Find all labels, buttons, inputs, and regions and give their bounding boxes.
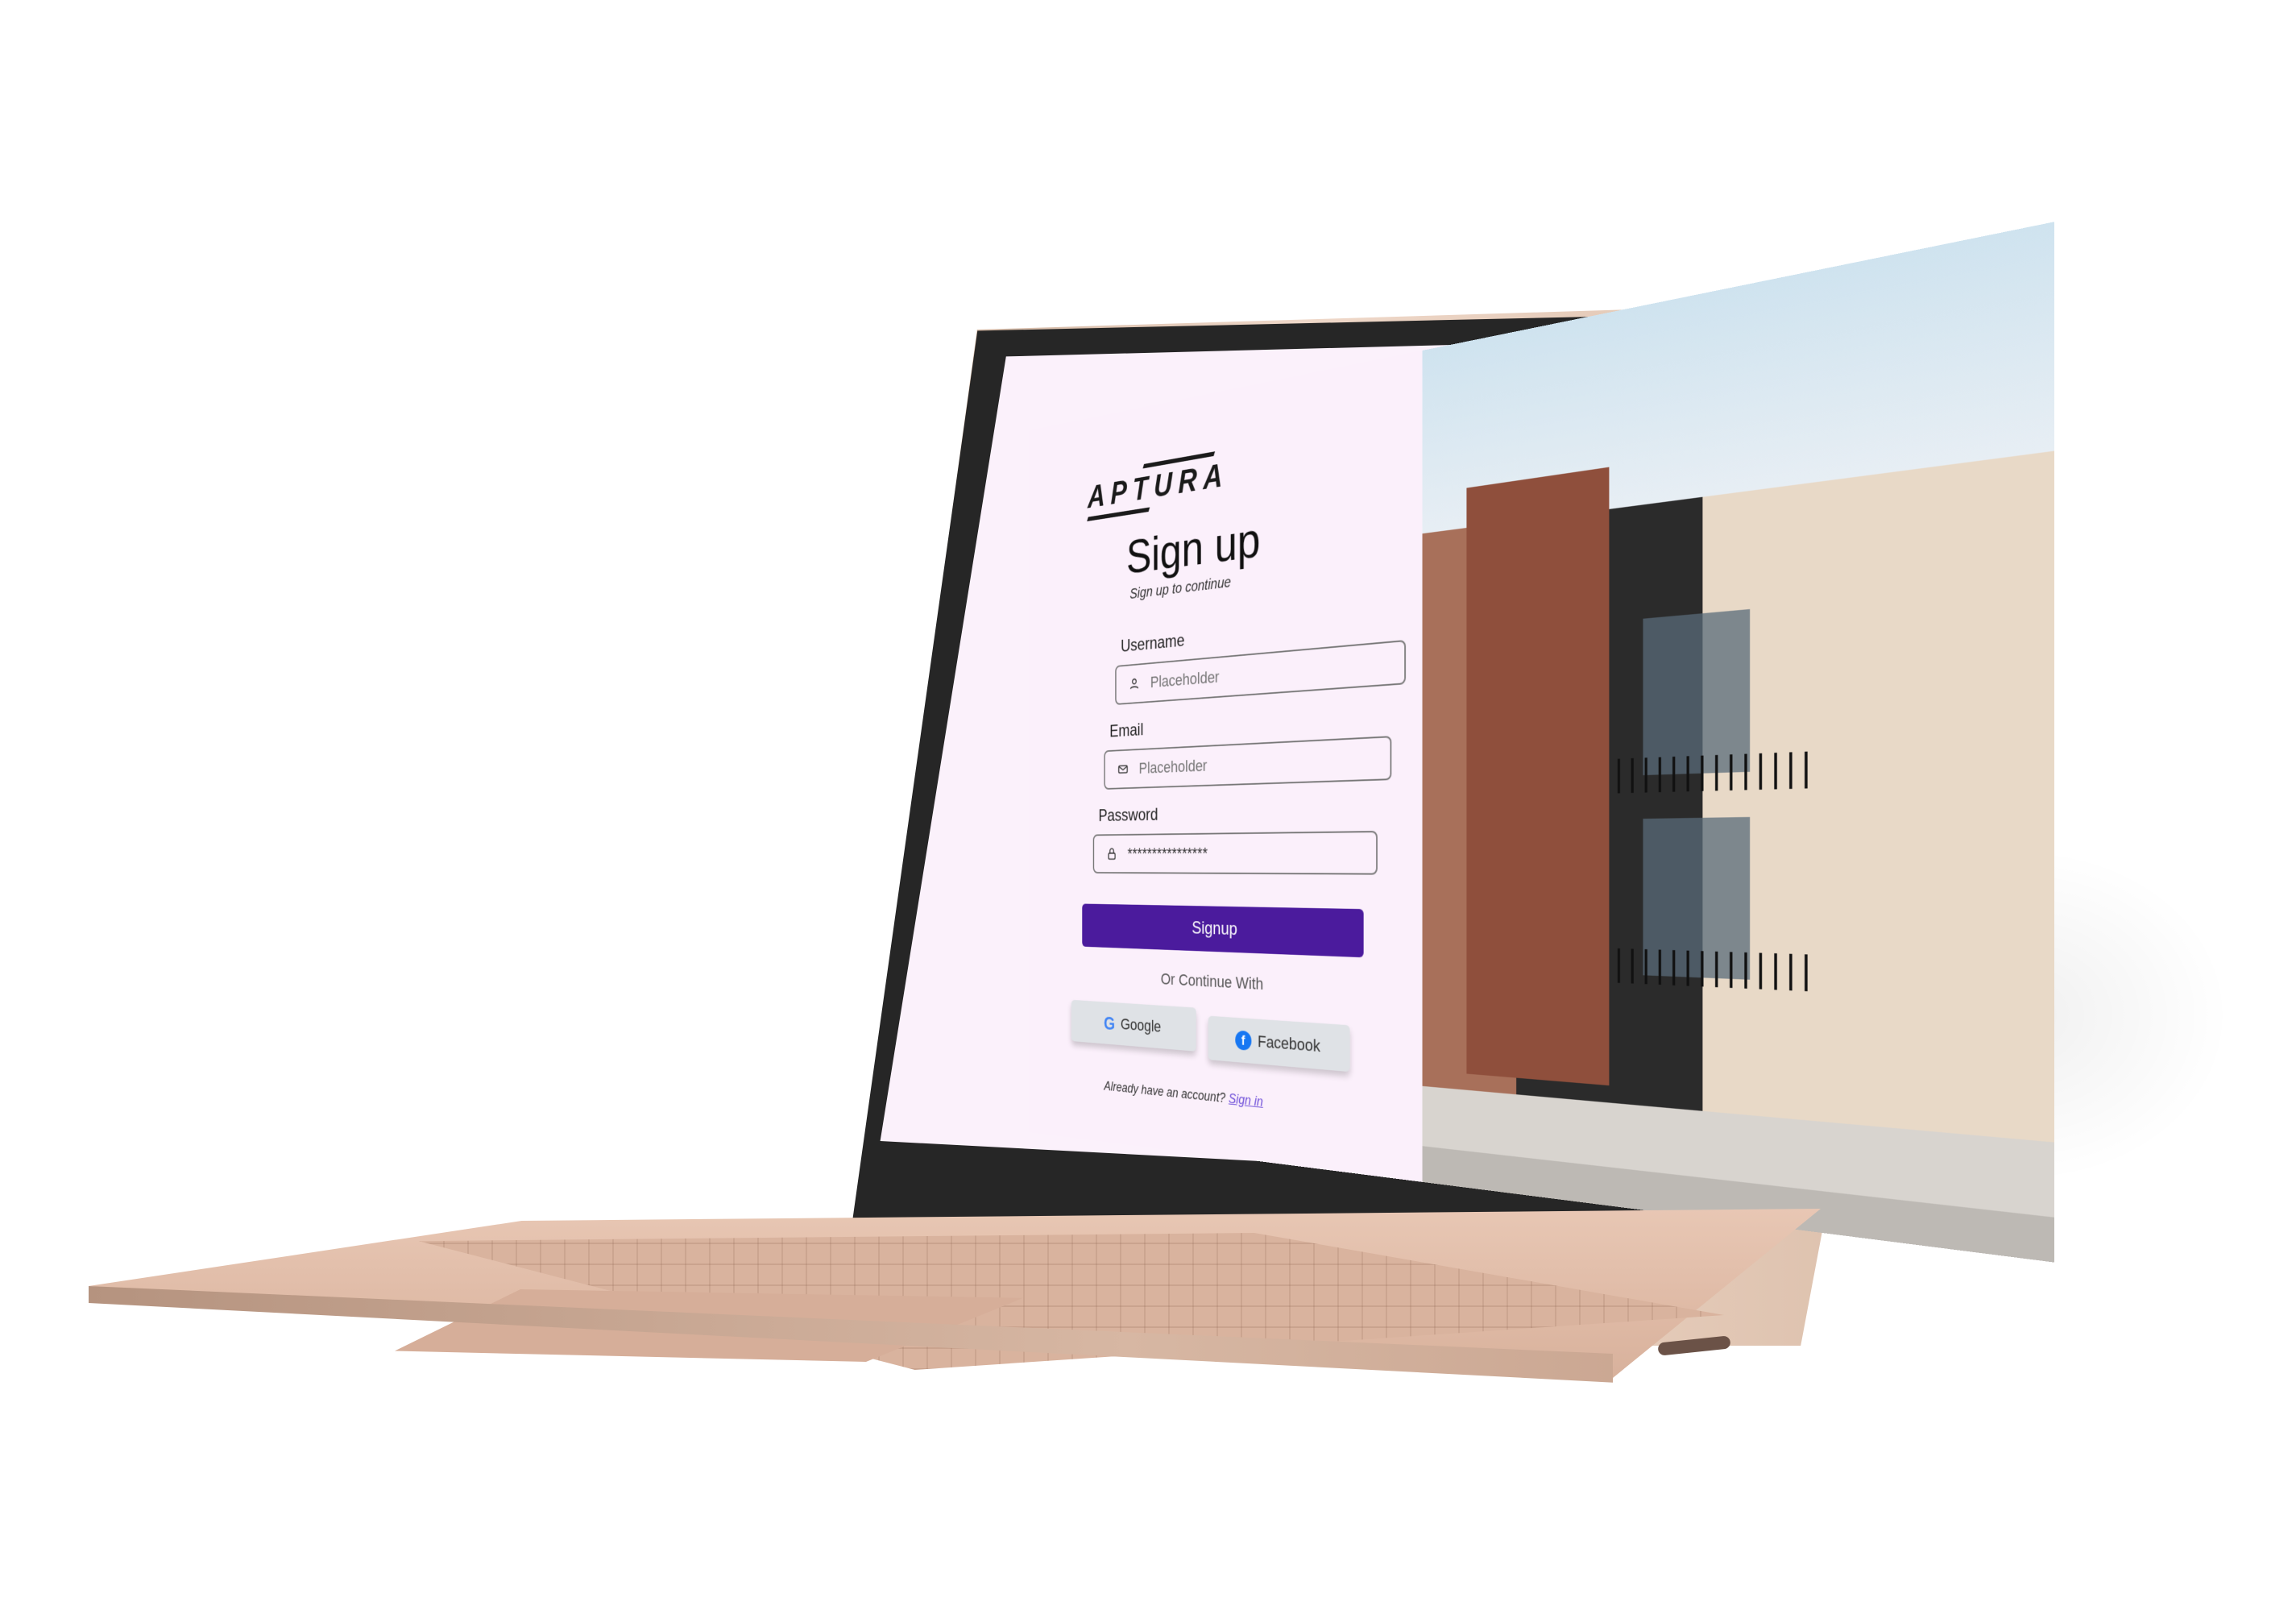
signin-link[interactable]: Sign in (1229, 1091, 1263, 1110)
laptop-mockup: APTURA Sign up Sign up to continue Usern… (0, 0, 2296, 1610)
password-input[interactable] (1126, 841, 1361, 864)
password-field[interactable] (1092, 831, 1378, 875)
google-button[interactable]: G Google (1071, 999, 1196, 1052)
page-title: Sign up (1126, 511, 1261, 584)
facebook-icon: f (1235, 1030, 1252, 1051)
email-label: Email (1109, 720, 1144, 741)
lock-icon (1106, 846, 1117, 861)
facebook-button[interactable]: f Facebook (1208, 1015, 1350, 1073)
aptura-logo: APTURA (1088, 456, 1229, 516)
password-label: Password (1098, 804, 1158, 826)
username-input[interactable] (1149, 652, 1389, 693)
user-icon (1129, 675, 1140, 691)
footer-text: Already have an account? (1104, 1078, 1226, 1106)
divider-text: Or Continue With (1160, 969, 1264, 994)
balcony-railing (1618, 948, 1817, 992)
signup-button[interactable]: Signup (1082, 903, 1364, 958)
email-field[interactable] (1104, 736, 1392, 790)
google-button-label: Google (1120, 1015, 1162, 1036)
google-icon: G (1104, 1011, 1115, 1034)
mail-icon (1117, 761, 1129, 778)
username-label: Username (1121, 630, 1185, 657)
balcony-railing (1618, 751, 1817, 794)
brick-facade (1466, 467, 1610, 1086)
window-pane (1643, 608, 1751, 776)
signin-footer: Already have an account? Sign in (1104, 1079, 1262, 1110)
building-photo (1422, 222, 2055, 1263)
signup-panel: APTURA Sign up Sign up to continue Usern… (1029, 350, 1423, 1182)
facebook-button-label: Facebook (1258, 1031, 1320, 1056)
email-input[interactable] (1138, 747, 1375, 779)
